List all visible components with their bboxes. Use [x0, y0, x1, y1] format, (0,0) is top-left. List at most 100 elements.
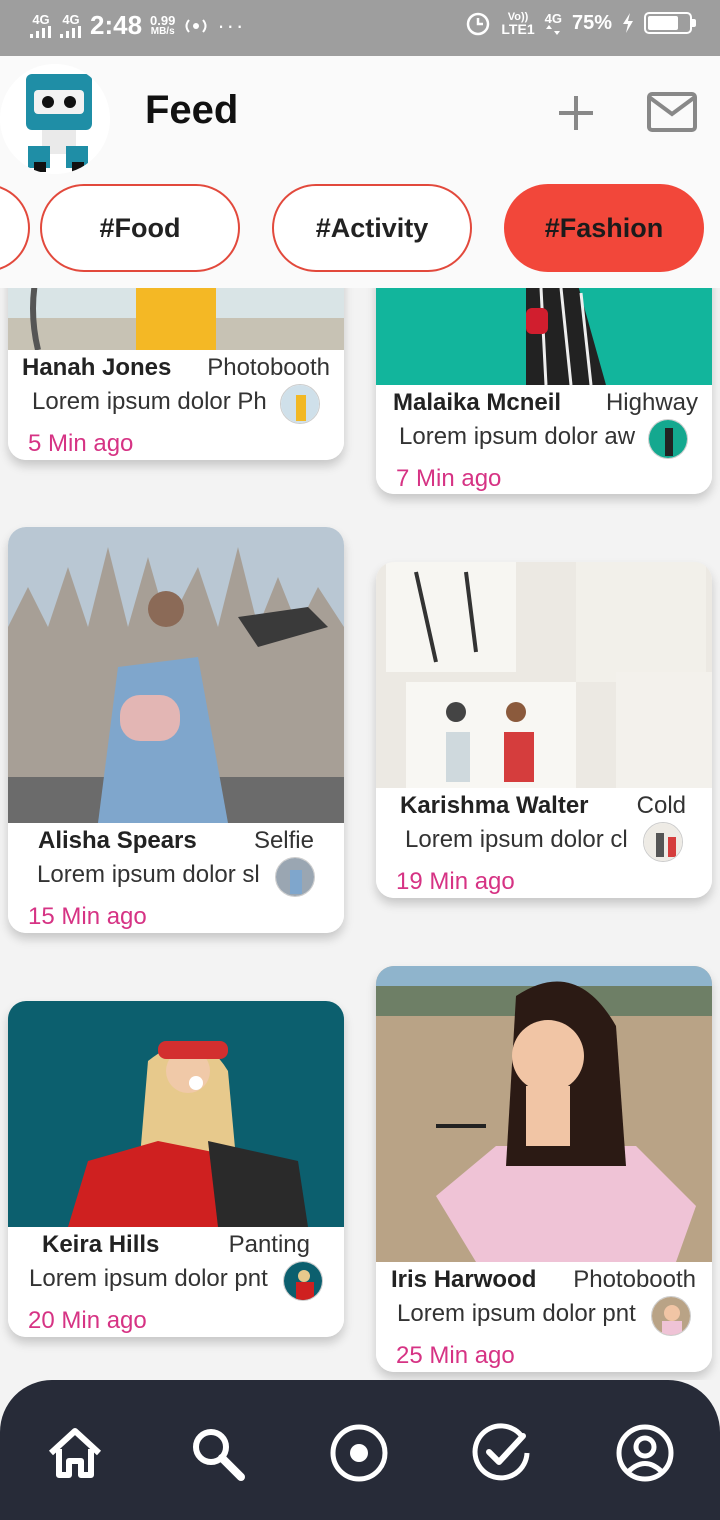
signal-network: 4G [545, 12, 562, 35]
author-thumbnail[interactable] [643, 822, 683, 862]
profile-icon [616, 1424, 674, 1482]
nav-tasks-button[interactable] [467, 1418, 537, 1488]
thumbnail-image [644, 823, 682, 861]
feed-grid: Hanah Jones Photobooth Lorem ipsum dolor… [0, 288, 720, 1380]
app-screen: 4G 4G 2:48 0.99 MB/s ··· Vo)) LTE1 4G 75… [0, 0, 720, 1520]
post-meta: Malaika Mcneil Highway Lorem ipsum dolor… [376, 385, 712, 494]
chip-partial[interactable] [0, 184, 30, 272]
clock: 2:48 [90, 10, 143, 40]
post-time: 15 Min ago [28, 903, 147, 930]
author-thumbnail[interactable] [651, 1296, 691, 1336]
post-tag: Cold [636, 792, 686, 819]
overflow-dots: ··· [217, 12, 246, 38]
post-photo [376, 966, 712, 1262]
post-card[interactable]: Malaika Mcneil Highway Lorem ipsum dolor… [376, 288, 712, 494]
post-time: 5 Min ago [28, 430, 134, 457]
network-speed: 0.99 MB/s [150, 14, 175, 37]
post-tag: Panting [228, 1231, 310, 1258]
post-meta: Hanah Jones Photobooth Lorem ipsum dolor… [8, 350, 344, 460]
author-name: Karishma Walter [400, 792, 589, 819]
speed-unit: MB/s [150, 26, 175, 37]
data-arrows-icon [546, 24, 561, 35]
post-meta: Karishma Walter Cold Lorem ipsum dolor c… [376, 788, 712, 898]
post-description: Lorem ipsum dolor pnt [29, 1265, 268, 1292]
network-label: 4G [544, 10, 562, 26]
volte-indicator: Vo)) LTE1 [501, 11, 535, 37]
post-photo [376, 562, 712, 788]
sim2-network-label: 4G [62, 12, 80, 27]
post-photo [8, 527, 344, 823]
nav-record-button[interactable] [324, 1418, 394, 1488]
signal-bars-icon [30, 26, 51, 38]
messages-button[interactable] [646, 90, 698, 134]
alarm-icon [467, 12, 490, 36]
search-icon [193, 1429, 245, 1481]
post-description: Lorem ipsum dolor pnt [397, 1300, 636, 1327]
post-card[interactable]: Iris Harwood Photobooth Lorem ipsum dolo… [376, 966, 712, 1372]
record-icon [330, 1424, 388, 1482]
signal-sim1: 4G [30, 13, 52, 38]
check-circle-icon [472, 1423, 530, 1481]
author-name: Alisha Spears [38, 827, 197, 854]
hotspot-icon [185, 18, 207, 33]
lte-label: LTE1 [501, 21, 535, 37]
add-post-button[interactable] [554, 86, 598, 138]
signal-bars-icon [60, 26, 81, 38]
post-meta: Keira Hills Panting Lorem ipsum dolor pn… [8, 1227, 344, 1337]
post-tag: Photobooth [207, 354, 330, 381]
post-photo [376, 288, 712, 385]
author-thumbnail[interactable] [275, 857, 315, 897]
post-description: Lorem ipsum dolor sl [37, 861, 260, 888]
battery-icon [644, 12, 696, 34]
nav-profile-button[interactable] [610, 1418, 680, 1488]
post-description: Lorem ipsum dolor Ph [32, 388, 267, 415]
chip-activity[interactable]: #Activity [272, 184, 472, 272]
post-photo [8, 1001, 344, 1227]
status-bar: 4G 4G 2:48 0.99 MB/s ··· Vo)) LTE1 4G 75… [0, 0, 720, 56]
plus-icon [559, 96, 593, 130]
charging-icon [623, 13, 633, 33]
post-description: Lorem ipsum dolor aw [399, 423, 636, 450]
post-time: 7 Min ago [396, 465, 502, 492]
chip-food-label: #Food [99, 212, 181, 243]
author-name: Keira Hills [42, 1231, 160, 1258]
home-icon [48, 1428, 102, 1478]
thumbnail-image [276, 858, 314, 896]
signal-sim2: 4G [60, 13, 82, 38]
author-thumbnail[interactable] [283, 1261, 323, 1301]
bottom-navigation [0, 1380, 720, 1520]
thumbnail-image [281, 385, 319, 423]
post-tag: Photobooth [573, 1266, 696, 1293]
post-card[interactable]: Hanah Jones Photobooth Lorem ipsum dolor… [8, 288, 344, 460]
chip-fashion-label: #Fashion [544, 212, 664, 243]
app-header: Feed #Food #Activity #Fashion [0, 56, 720, 288]
post-tag: Selfie [253, 827, 314, 854]
post-time: 20 Min ago [28, 1307, 147, 1334]
post-photo [8, 288, 344, 350]
author-name: Malaika Mcneil [393, 389, 562, 416]
thumbnail-image [284, 1262, 322, 1300]
battery-percent: 75% [571, 11, 612, 34]
post-tag: Highway [605, 389, 698, 416]
post-card[interactable]: Alisha Spears Selfie Lorem ipsum dolor s… [8, 527, 344, 933]
author-thumbnail[interactable] [280, 384, 320, 424]
chip-activity-label: #Activity [315, 212, 429, 243]
battery-fill [648, 16, 678, 30]
author-name: Iris Harwood [391, 1266, 537, 1293]
author-thumbnail[interactable] [648, 419, 688, 459]
nav-home-button[interactable] [40, 1418, 110, 1488]
robot-avatar-image [0, 64, 110, 174]
mail-icon [647, 92, 697, 132]
post-time: 25 Min ago [396, 1342, 515, 1369]
post-card[interactable]: Karishma Walter Cold Lorem ipsum dolor c… [376, 562, 712, 898]
post-meta: Alisha Spears Selfie Lorem ipsum dolor s… [8, 823, 344, 933]
post-time: 19 Min ago [396, 868, 515, 895]
category-chips: #Food #Activity #Fashion [0, 184, 720, 274]
chip-fashion[interactable]: #Fashion [504, 184, 704, 272]
nav-search-button[interactable] [182, 1418, 252, 1488]
author-name: Hanah Jones [22, 354, 172, 381]
post-card[interactable]: Keira Hills Panting Lorem ipsum dolor pn… [8, 1001, 344, 1337]
page-title: Feed [145, 88, 239, 132]
robot-avatar[interactable] [0, 64, 110, 174]
chip-food[interactable]: #Food [40, 184, 240, 272]
